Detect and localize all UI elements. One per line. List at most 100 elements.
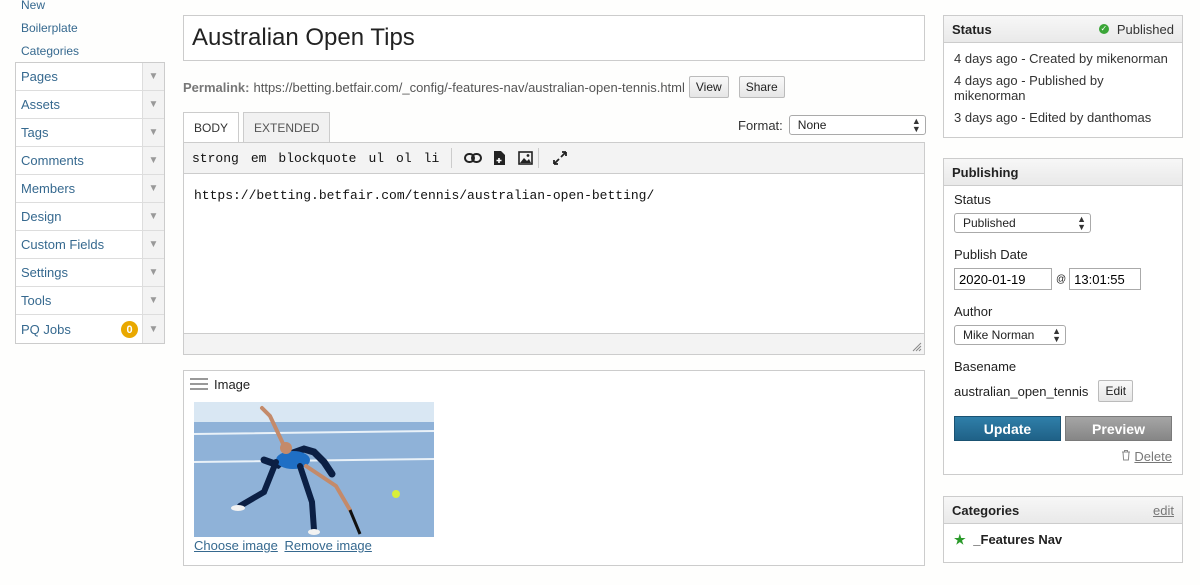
sidebar-item-members[interactable]: Members ▼ xyxy=(16,175,164,203)
categories-widget-title: Categories xyxy=(952,502,1020,518)
basename-row: australian_open_tennis Edit xyxy=(954,380,1172,402)
image-field-title: Image xyxy=(214,376,251,392)
publish-date-label: Publish Date xyxy=(954,247,1028,262)
chevron-down-icon[interactable]: ▼ xyxy=(142,315,164,343)
choose-image-link[interactable]: Choose image xyxy=(194,538,278,553)
resize-handle-icon[interactable] xyxy=(912,342,922,352)
history-entry: 3 days ago - Edited by danthomas xyxy=(954,110,1152,125)
format-select[interactable]: None ▲ ▼ xyxy=(788,115,926,135)
select-arrows-icon: ▲ ▼ xyxy=(1052,326,1061,344)
image-actions: Choose image Remove image xyxy=(194,538,375,553)
view-button[interactable]: View xyxy=(688,76,729,98)
trash-icon[interactable] xyxy=(1121,449,1135,464)
em-button[interactable]: em xyxy=(251,151,267,166)
sidebar-item-custom-fields[interactable]: Custom Fields ▼ xyxy=(16,231,164,259)
li-button[interactable]: li xyxy=(424,151,440,166)
basename-value: australian_open_tennis xyxy=(954,383,1089,399)
sidebar-item-tags[interactable]: Tags ▼ xyxy=(16,119,164,147)
sidebar-item-comments[interactable]: Comments ▼ xyxy=(16,147,164,175)
sidebar-item-design[interactable]: Design ▼ xyxy=(16,203,164,231)
basename-edit-button[interactable]: Edit xyxy=(1098,380,1134,402)
sidebar-item-pages[interactable]: Pages ▼ xyxy=(16,63,164,91)
delete-link[interactable]: Delete xyxy=(1134,449,1172,464)
sidebar-item-pq-jobs[interactable]: PQ Jobs 0 ▼ xyxy=(16,315,164,343)
categories-widget-header: Categories edit xyxy=(944,497,1182,524)
title-input[interactable] xyxy=(183,15,925,61)
history-entry: 4 days ago - Created by mikenorman xyxy=(954,51,1168,66)
body-editor: strong em blockquote ul ol li https://be… xyxy=(183,142,925,355)
sidebar-link-boilerplate[interactable]: Boilerplate xyxy=(15,17,165,40)
sidebar-item-label[interactable]: Tags xyxy=(16,125,142,140)
star-icon: ★ xyxy=(954,532,966,547)
categories-edit-link[interactable]: edit xyxy=(1153,503,1174,518)
drag-handle-icon[interactable] xyxy=(190,378,208,390)
toolbar-divider xyxy=(451,148,453,168)
author-select-value: Mike Norman xyxy=(963,328,1035,342)
tab-extended[interactable]: EXTENDED xyxy=(243,112,331,142)
chevron-down-icon[interactable]: ▼ xyxy=(142,119,164,146)
editor-tabs: BODY EXTENDED xyxy=(183,112,334,143)
ol-button[interactable]: ol xyxy=(396,151,412,166)
history-entry: 4 days ago - Published by mikenorman xyxy=(954,73,1104,103)
chevron-down-icon[interactable]: ▼ xyxy=(142,231,164,258)
tennis-player-photo xyxy=(194,402,434,537)
publishing-widget-header: Publishing xyxy=(944,159,1182,186)
permalink-url: https://betting.betfair.com/_config/-fea… xyxy=(253,79,685,95)
tab-body[interactable]: BODY xyxy=(183,112,240,143)
delete-row: Delete xyxy=(954,449,1172,464)
jobs-count-badge: 0 xyxy=(121,321,138,338)
share-button[interactable]: Share xyxy=(738,76,785,98)
insert-file-icon[interactable] xyxy=(486,150,512,166)
remove-image-link[interactable]: Remove image xyxy=(284,538,371,553)
author-label: Author xyxy=(954,304,993,319)
format-label: Format: xyxy=(738,117,783,133)
chevron-down-icon[interactable]: ▼ xyxy=(142,203,164,230)
publish-date-input[interactable] xyxy=(954,268,1052,290)
sidebar-item-label[interactable]: Custom Fields xyxy=(16,237,142,252)
body-textarea[interactable]: https://betting.betfair.com/tennis/austr… xyxy=(184,174,924,333)
status-state: Published xyxy=(1116,21,1174,37)
publishing-widget-title: Publishing xyxy=(952,164,1019,180)
select-arrows-icon: ▲ ▼ xyxy=(911,116,921,134)
link-icon[interactable] xyxy=(460,152,486,164)
status-indicator: ✓ Published xyxy=(1098,21,1174,37)
sidebar-menu: Pages ▼ Assets ▼ Tags ▼ Comments ▼ Membe… xyxy=(15,62,165,344)
sidebar-link-categories[interactable]: Categories xyxy=(15,40,165,63)
ul-button[interactable]: ul xyxy=(368,151,384,166)
sidebar-item-settings[interactable]: Settings ▼ xyxy=(16,259,164,287)
editor-footer xyxy=(184,333,924,354)
sidebar-item-label[interactable]: Design xyxy=(16,209,142,224)
sidebar-item-tools[interactable]: Tools ▼ xyxy=(16,287,164,315)
sidebar-item-label[interactable]: Tools xyxy=(16,293,142,308)
at-separator: @ xyxy=(1056,273,1067,285)
sidebar-item-label[interactable]: Comments xyxy=(16,153,142,168)
author-select[interactable]: Mike Norman ▲ ▼ xyxy=(954,325,1066,345)
fullscreen-icon[interactable] xyxy=(547,151,573,165)
update-button[interactable]: Update xyxy=(954,416,1061,441)
category-item[interactable]: _Features Nav xyxy=(973,532,1062,547)
preview-button[interactable]: Preview xyxy=(1065,416,1172,441)
sidebar-item-label[interactable]: Settings xyxy=(16,265,142,280)
chevron-down-icon[interactable]: ▼ xyxy=(142,63,164,90)
chevron-down-icon[interactable]: ▼ xyxy=(142,91,164,118)
sidebar-item-label[interactable]: Members xyxy=(16,181,142,196)
sidebar-item-assets[interactable]: Assets ▼ xyxy=(16,91,164,119)
chevron-down-icon[interactable]: ▼ xyxy=(142,259,164,286)
chevron-down-icon[interactable]: ▼ xyxy=(142,175,164,202)
publish-time-input[interactable] xyxy=(1069,268,1142,290)
sidebar-item-label[interactable]: Pages xyxy=(16,69,142,84)
insert-image-icon[interactable] xyxy=(512,151,538,165)
select-arrows-icon: ▲ ▼ xyxy=(1077,214,1086,232)
blockquote-button[interactable]: blockquote xyxy=(278,151,356,166)
strong-button[interactable]: strong xyxy=(192,151,239,166)
permalink-row: Permalink: https://betting.betfair.com/_… xyxy=(183,76,785,98)
format-control: Format: None ▲ ▼ xyxy=(738,115,926,135)
status-select[interactable]: Published ▲ ▼ xyxy=(954,213,1091,233)
chevron-down-icon[interactable]: ▼ xyxy=(142,287,164,314)
categories-widget: Categories edit ★ _Features Nav xyxy=(943,496,1183,563)
chevron-down-icon[interactable]: ▼ xyxy=(142,147,164,174)
status-widget-title: Status xyxy=(952,21,992,37)
publish-actions: Update Preview xyxy=(954,416,1172,441)
sidebar-link-new[interactable]: New xyxy=(15,0,165,17)
sidebar-item-label[interactable]: Assets xyxy=(16,97,142,112)
